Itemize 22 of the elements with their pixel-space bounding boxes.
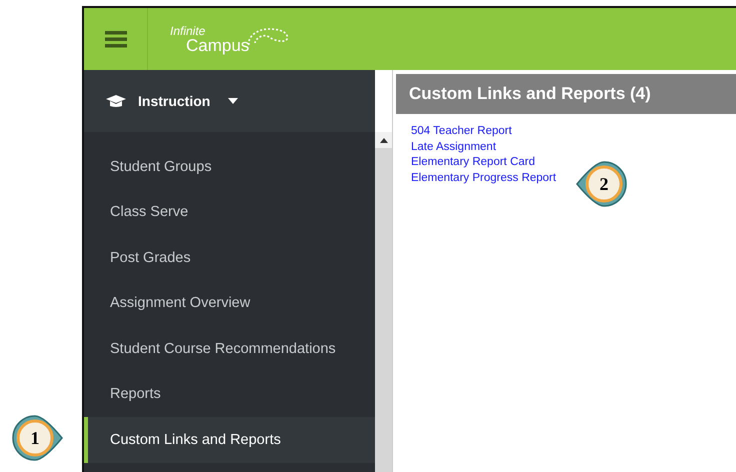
sidebar-item[interactable]: Custom Links and Reports xyxy=(84,417,375,462)
sidebar-item[interactable]: Student Groups xyxy=(84,144,375,190)
scrollbar[interactable] xyxy=(375,132,392,472)
report-link[interactable]: Elementary Report Card xyxy=(411,155,535,170)
panel-title: Custom Links and Reports (4) xyxy=(396,74,736,114)
module-dropdown[interactable]: Instruction xyxy=(84,70,375,132)
graduation-cap-icon xyxy=(106,94,126,108)
scroll-up-icon xyxy=(380,138,388,142)
sidebar-item[interactable]: Reports xyxy=(84,372,375,417)
logo-text-line: Infinite xyxy=(170,24,206,36)
menu-icon xyxy=(104,30,126,48)
report-link[interactable]: 504 Teacher Report xyxy=(411,124,512,140)
sidebar-item[interactable]: Post Grades xyxy=(84,235,375,280)
sidebar-item[interactable]: Student Course Recommendations xyxy=(84,326,375,372)
report-link[interactable]: Late Assignment xyxy=(411,140,496,155)
logo-text-line: Campus xyxy=(186,36,250,54)
sidebar-item[interactable]: Assignment Overview xyxy=(84,280,375,326)
caret-icon xyxy=(228,98,238,104)
sidebar-item[interactable]: Class Serve xyxy=(84,190,375,235)
callout-number: 1 xyxy=(30,428,40,448)
report-link[interactable]: Elementary Progress Report xyxy=(411,170,556,186)
callout-number: 2 xyxy=(598,174,610,194)
